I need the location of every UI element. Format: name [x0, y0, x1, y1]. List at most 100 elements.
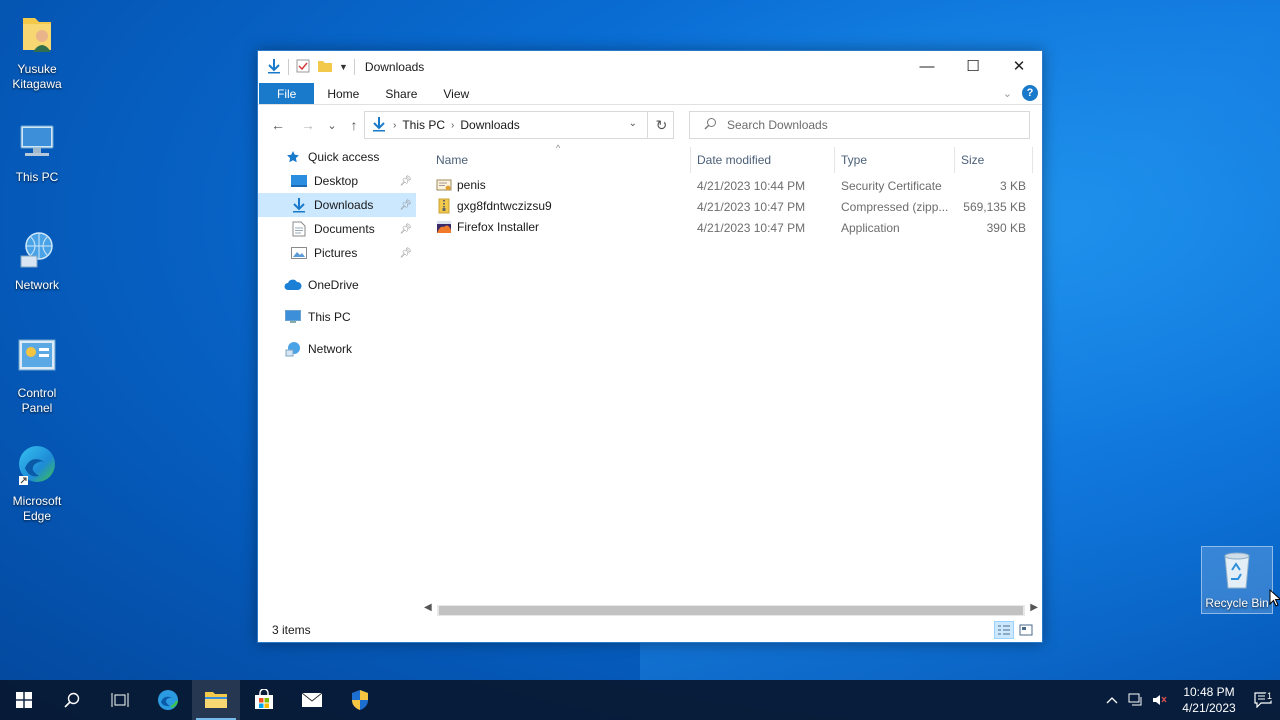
customize-toolbar-dropdown-icon[interactable]: ▼ — [339, 62, 348, 72]
volume-muted-icon[interactable] — [1148, 693, 1172, 707]
start-button[interactable] — [0, 680, 48, 720]
network-status-icon[interactable] — [1124, 693, 1148, 707]
desktop-icon-network[interactable]: Network — [0, 226, 74, 293]
pin-icon[interactable]: 📌︎ — [399, 248, 412, 259]
taskbar-security-button[interactable] — [336, 680, 384, 720]
nav-item-downloads[interactable]: Downloads 📌︎ — [258, 193, 416, 217]
file-name-cell: Firefox Installer — [436, 219, 539, 235]
clock-time: 10:48 PM — [1183, 685, 1235, 699]
column-divider[interactable] — [954, 147, 955, 173]
column-header-size[interactable]: Size — [961, 153, 984, 167]
file-row[interactable]: penis 4/21/2023 10:44 PM Security Certif… — [428, 175, 1038, 196]
nav-item-this-pc[interactable]: This PC — [258, 305, 416, 329]
desktop-icon-this-pc[interactable]: This PC — [0, 118, 74, 185]
breadcrumb-this-pc[interactable]: This PC — [402, 118, 445, 132]
clock[interactable]: 10:48 PM 4/21/2023 — [1172, 684, 1246, 716]
tab-view[interactable]: View — [430, 83, 482, 104]
desktop-icon-control-panel[interactable]: Control Panel — [0, 334, 74, 416]
file-row[interactable]: gxg8fdntwczizsu9 4/21/2023 10:47 PM Comp… — [428, 196, 1038, 217]
help-icon[interactable]: ? — [1022, 85, 1038, 101]
nav-item-network[interactable]: Network — [258, 337, 416, 361]
refresh-button[interactable]: ↻ — [647, 111, 675, 139]
column-header-date-modified[interactable]: Date modified — [697, 153, 771, 167]
recycle-bin-icon — [1215, 548, 1259, 592]
nav-item-desktop[interactable]: Desktop 📌︎ — [258, 169, 416, 193]
column-divider[interactable] — [690, 147, 691, 173]
scroll-right-arrow-icon[interactable]: ▶ — [1030, 602, 1038, 613]
navigation-pane: Quick access Desktop 📌︎ Downloads 📌︎ Doc… — [258, 145, 416, 605]
status-bar: 3 items — [258, 618, 1042, 642]
taskbar-file-explorer-button[interactable] — [192, 680, 240, 720]
search-input[interactable] — [727, 118, 1007, 132]
column-header-name[interactable]: Name — [436, 153, 468, 167]
column-headers: ^ Name Date modified Type Size — [428, 143, 1038, 175]
expand-ribbon-chevron-icon[interactable]: ⌄ — [1003, 87, 1012, 100]
column-divider[interactable] — [834, 147, 835, 173]
maximize-button[interactable]: ☐ — [950, 51, 996, 81]
file-date: 4/21/2023 10:44 PM — [697, 179, 806, 193]
nav-item-pictures[interactable]: Pictures 📌︎ — [258, 241, 416, 265]
details-view-button[interactable] — [994, 621, 1014, 639]
horizontal-scrollbar[interactable]: ◀ ▶ — [421, 602, 1041, 619]
star-icon — [284, 149, 302, 165]
recent-locations-button[interactable]: ⌄ — [320, 119, 344, 132]
pin-icon[interactable]: 📌︎ — [399, 176, 412, 187]
breadcrumb-chevron-icon[interactable]: › — [393, 120, 396, 131]
tab-file[interactable]: File — [259, 83, 315, 104]
pin-icon[interactable]: 📌︎ — [399, 200, 412, 211]
scroll-left-arrow-icon[interactable]: ◀ — [424, 602, 432, 613]
desktop-icon-edge[interactable]: Microsoft Edge — [0, 442, 74, 524]
address-bar[interactable]: › This PC › Downloads ⌄ — [364, 111, 674, 139]
action-center-button[interactable]: 1 — [1246, 691, 1280, 708]
nav-label: Network — [308, 342, 353, 356]
tab-home[interactable]: Home — [314, 83, 372, 104]
title-bar[interactable]: ▼ Downloads — ☐ ✕ — [258, 51, 1042, 83]
large-icons-view-button[interactable] — [1016, 621, 1036, 639]
nav-label: This PC — [308, 310, 351, 324]
file-name-cell: penis — [436, 177, 486, 193]
scrollbar-thumb[interactable] — [439, 606, 1023, 615]
show-hidden-icons-chevron-icon[interactable] — [1100, 696, 1124, 704]
desktop-icon-label: Network — [14, 278, 59, 292]
column-header-type[interactable]: Type — [841, 153, 867, 167]
search-icon — [704, 117, 717, 133]
nav-label: Downloads — [314, 198, 374, 212]
nav-item-documents[interactable]: Documents 📌︎ — [258, 217, 416, 241]
taskbar-edge-button[interactable] — [144, 680, 192, 720]
firefox-icon — [436, 219, 452, 235]
store-bag-icon — [255, 689, 273, 709]
new-folder-icon[interactable] — [317, 58, 333, 77]
back-button[interactable]: ← — [266, 117, 290, 133]
toolbar-divider — [288, 59, 289, 75]
folder-icon — [205, 692, 227, 708]
taskbar-store-button[interactable] — [240, 680, 288, 720]
forward-button[interactable]: → — [296, 117, 320, 133]
minimize-button[interactable]: — — [904, 51, 950, 81]
search-taskbar-button[interactable] — [48, 680, 96, 720]
download-arrow-icon[interactable] — [266, 58, 282, 77]
nav-item-onedrive[interactable]: OneDrive — [258, 273, 416, 297]
breadcrumb-downloads[interactable]: Downloads — [460, 118, 519, 132]
pin-icon[interactable]: 📌︎ — [399, 224, 412, 235]
pictures-icon — [290, 245, 308, 261]
column-divider[interactable] — [1032, 147, 1033, 173]
file-row[interactable]: Firefox Installer 4/21/2023 10:47 PM App… — [428, 217, 1038, 238]
certificate-icon — [436, 177, 452, 193]
windows-logo-icon — [16, 692, 32, 708]
up-button[interactable]: ↑ — [342, 117, 366, 133]
desktop-icon-recycle-bin[interactable]: Recycle Bin — [1200, 548, 1274, 611]
address-history-dropdown-icon[interactable]: ⌄ — [629, 118, 637, 129]
taskbar-mail-button[interactable] — [288, 680, 336, 720]
downloads-folder-icon — [371, 116, 387, 135]
desktop-icon-user-folder[interactable]: Yusuke Kitagawa — [0, 10, 74, 92]
clock-date: 4/21/2023 — [1182, 701, 1236, 715]
toolbar-divider — [353, 59, 355, 75]
close-button[interactable]: ✕ — [996, 51, 1042, 81]
properties-checkbox-icon[interactable] — [295, 58, 311, 77]
nav-quick-access[interactable]: Quick access — [258, 145, 416, 169]
breadcrumb-chevron-icon[interactable]: › — [451, 120, 454, 131]
task-view-button[interactable] — [96, 680, 144, 720]
notification-count-badge: 1 — [1264, 691, 1274, 701]
tab-share[interactable]: Share — [372, 83, 430, 104]
search-box[interactable] — [689, 111, 1030, 139]
